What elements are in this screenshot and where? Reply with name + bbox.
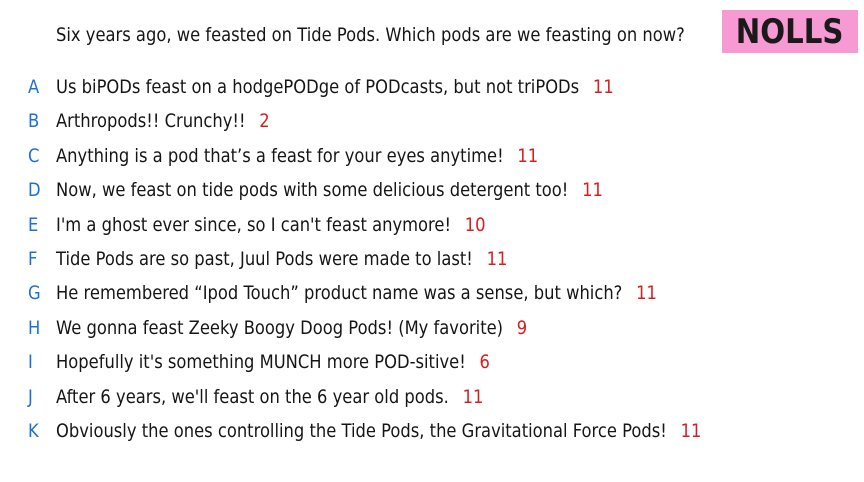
vote-count: 11 — [582, 179, 603, 202]
answer-text: Us biPODs feast on a hodgePODge of PODca… — [56, 76, 580, 98]
answer-list: A Us biPODs feast on a hodgePODge of POD… — [0, 74, 864, 452]
answer-text: Tide Pods are so past, Juul Pods were ma… — [56, 247, 473, 270]
answer-row-k: K Obviously the ones controlling the Tid… — [0, 418, 864, 452]
answer-text: After 6 years, we'll feast on the 6 year… — [56, 385, 449, 408]
answer-row-d: D Now, we feast on tide pods with some d… — [0, 177, 864, 211]
answer-row-j: J After 6 years, we'll feast on the 6 ye… — [0, 384, 864, 418]
vote-count: 6 — [479, 351, 490, 374]
vote-count: 2 — [259, 110, 270, 133]
answer-letter: C — [28, 144, 40, 167]
answer-letter: E — [28, 213, 39, 236]
answer-letter: B — [28, 110, 40, 133]
vote-count: 11 — [517, 144, 539, 167]
answer-letter: A — [28, 76, 40, 98]
answer-text: Arthropods!! Crunchy!! — [56, 110, 246, 133]
answer-letter: H — [28, 316, 41, 339]
answer-letter: G — [28, 282, 41, 305]
answer-row-c: C Anything is a pod that’s a feast for y… — [0, 143, 864, 177]
answer-row-a: A Us biPODs feast on a hodgePODge of POD… — [0, 74, 864, 108]
answer-row-h: H We gonna feast Zeeky Boogy Doog Pods! … — [0, 315, 864, 349]
vote-count: 11 — [592, 76, 614, 98]
answer-text: We gonna feast Zeeky Boogy Doog Pods! (M… — [56, 316, 504, 339]
nolls-logo: NOLLS — [722, 10, 858, 53]
answer-text: He remembered “Ipod Touch” product name … — [56, 282, 623, 305]
answer-text: Anything is a pod that’s a feast for you… — [56, 144, 504, 167]
answer-text: Now, we feast on tide pods with some del… — [56, 179, 569, 202]
vote-count: 9 — [516, 316, 528, 339]
answer-row-i: I Hopefully it's something MUNCH more PO… — [0, 349, 864, 383]
answer-row-b: B Arthropods!! Crunchy!! 2 — [0, 108, 864, 142]
vote-count: 11 — [486, 247, 508, 270]
vote-count: 11 — [680, 419, 702, 442]
answer-row-f: F Tide Pods are so past, Juul Pods were … — [0, 246, 864, 280]
answer-letter: J — [28, 385, 33, 408]
answer-text: I'm a ghost ever since, so I can't feast… — [56, 213, 452, 236]
answer-row-g: G He remembered “Ipod Touch” product nam… — [0, 280, 864, 314]
logo-text: NOLLS — [736, 11, 844, 52]
question-text: Six years ago, we feasted on Tide Pods. … — [56, 24, 685, 46]
answer-text: Obviously the ones controlling the Tide … — [56, 419, 667, 442]
answer-text: Hopefully it's something MUNCH more POD-… — [56, 351, 466, 374]
answer-letter: F — [28, 247, 38, 270]
vote-count: 11 — [462, 385, 484, 408]
answer-letter: K — [28, 419, 39, 442]
answer-letter: D — [28, 179, 41, 202]
answer-row-e: E I'm a ghost ever since, so I can't fea… — [0, 212, 864, 246]
vote-count: 10 — [464, 213, 486, 236]
vote-count: 11 — [636, 282, 657, 305]
answer-letter: I — [28, 351, 33, 374]
